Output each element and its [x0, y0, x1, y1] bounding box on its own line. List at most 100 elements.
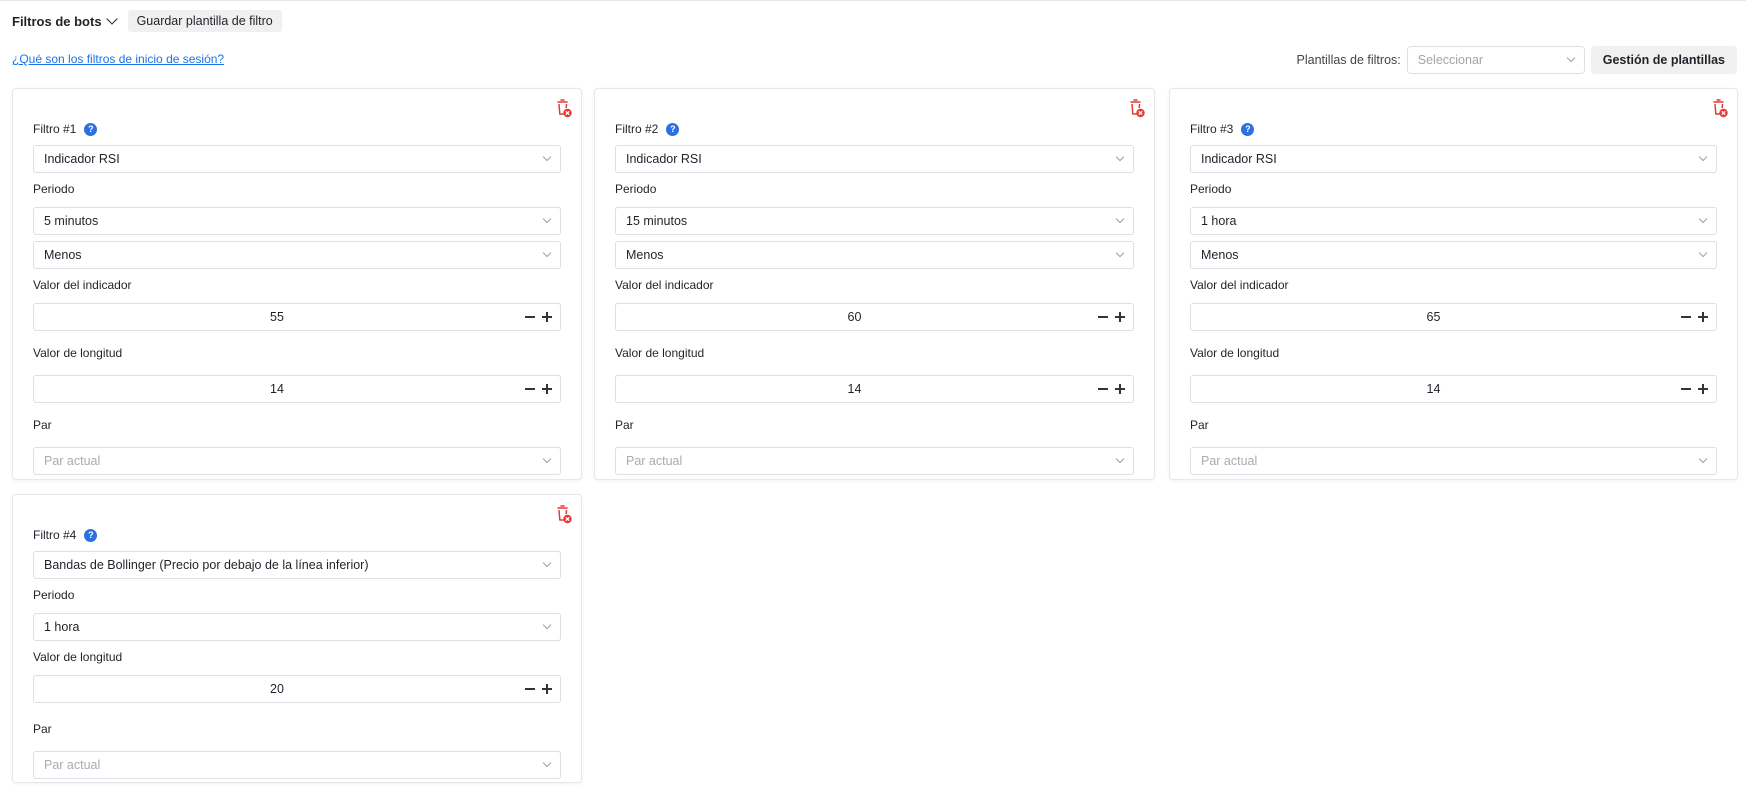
- length-value-input[interactable]: [1191, 376, 1716, 402]
- templates-select[interactable]: Seleccionar: [1406, 46, 1585, 74]
- delete-filter-icon[interactable]: [1126, 97, 1146, 119]
- chevron-down-icon: [1115, 214, 1125, 224]
- pair-label: Par: [33, 418, 52, 432]
- length-value-label: Valor de longitud: [33, 650, 123, 664]
- increment-icon[interactable]: [539, 308, 555, 326]
- length-value-stepper: [1190, 375, 1717, 403]
- increment-icon[interactable]: [1695, 380, 1711, 398]
- indicator-select[interactable]: Indicador RSI: [615, 145, 1134, 173]
- increment-icon[interactable]: [1695, 308, 1711, 326]
- decrement-icon[interactable]: [522, 680, 538, 698]
- decrement-icon[interactable]: [1678, 380, 1694, 398]
- chevron-down-icon: [105, 13, 118, 25]
- increment-icon[interactable]: [539, 680, 555, 698]
- pair-select[interactable]: Par actual: [33, 751, 561, 779]
- period-label: Periodo: [33, 588, 75, 602]
- length-value-input[interactable]: [34, 676, 560, 702]
- templates-label: Plantillas de filtros:: [1296, 53, 1401, 67]
- pair-label: Par: [1190, 418, 1209, 432]
- indicator-value-stepper: [1190, 303, 1717, 331]
- period-label: Periodo: [33, 182, 75, 196]
- filter-title-text: Filtro #4: [33, 528, 77, 542]
- length-value-label: Valor de longitud: [33, 346, 123, 360]
- chevron-down-icon: [1698, 248, 1708, 258]
- pair-select-placeholder: Par actual: [626, 454, 683, 468]
- length-value-input[interactable]: [34, 376, 560, 402]
- decrement-icon[interactable]: [1095, 308, 1111, 326]
- delete-filter-icon[interactable]: [553, 503, 573, 525]
- pair-select[interactable]: Par actual: [615, 447, 1134, 475]
- period-select[interactable]: 5 minutos: [33, 207, 561, 235]
- filter-title: Filtro #3 ?: [1190, 121, 1717, 137]
- indicator-select[interactable]: Indicador RSI: [33, 145, 561, 173]
- pair-select[interactable]: Par actual: [33, 447, 561, 475]
- indicator-select[interactable]: Bandas de Bollinger (Precio por debajo d…: [33, 551, 561, 579]
- period-select[interactable]: 1 hora: [1190, 207, 1717, 235]
- pair-select-placeholder: Par actual: [44, 758, 101, 772]
- chevron-down-icon: [1115, 248, 1125, 258]
- condition-select[interactable]: Menos: [33, 241, 561, 269]
- length-value-input[interactable]: [616, 376, 1133, 402]
- filter-title: Filtro #2 ?: [615, 121, 1134, 137]
- filter-title-text: Filtro #1: [33, 122, 77, 136]
- chevron-down-icon: [1698, 152, 1708, 162]
- help-icon[interactable]: ?: [84, 122, 98, 136]
- condition-select-value: Menos: [44, 248, 82, 262]
- templates-select-placeholder: Seleccionar: [1417, 53, 1484, 67]
- period-select-value: 15 minutos: [626, 214, 688, 228]
- condition-select-value: Menos: [1201, 248, 1239, 262]
- delete-filter-icon[interactable]: [553, 97, 573, 119]
- period-select-value: 1 hora: [44, 620, 80, 634]
- chevron-down-icon: [1698, 454, 1708, 464]
- chevron-down-icon: [542, 214, 552, 224]
- decrement-icon[interactable]: [522, 380, 538, 398]
- help-icon[interactable]: ?: [84, 528, 98, 542]
- condition-select[interactable]: Menos: [1190, 241, 1717, 269]
- chevron-down-icon: [542, 454, 552, 464]
- period-label: Periodo: [1190, 182, 1232, 196]
- condition-select-value: Menos: [626, 248, 664, 262]
- decrement-icon[interactable]: [1095, 380, 1111, 398]
- chevron-down-icon: [542, 620, 552, 630]
- indicator-select-value: Indicador RSI: [626, 152, 702, 166]
- indicator-value-input[interactable]: [1191, 304, 1716, 330]
- pair-select[interactable]: Par actual: [1190, 447, 1717, 475]
- chevron-down-icon: [1115, 454, 1125, 464]
- period-select-value: 1 hora: [1201, 214, 1237, 228]
- indicator-value-label: Valor del indicador: [33, 278, 132, 292]
- increment-icon[interactable]: [539, 380, 555, 398]
- delete-filter-icon[interactable]: [1709, 97, 1729, 119]
- period-select[interactable]: 15 minutos: [615, 207, 1134, 235]
- toolbar: Filtros de bots Guardar plantilla de fil…: [12, 10, 282, 32]
- pair-select-placeholder: Par actual: [1201, 454, 1258, 468]
- increment-icon[interactable]: [1112, 308, 1128, 326]
- chevron-down-icon: [542, 558, 552, 568]
- top-divider: [0, 0, 1746, 1]
- filter-title: Filtro #1 ?: [33, 121, 561, 137]
- increment-icon[interactable]: [1112, 380, 1128, 398]
- filter-title-text: Filtro #2: [615, 122, 659, 136]
- save-filter-template-button[interactable]: Guardar plantilla de filtro: [127, 10, 282, 32]
- help-icon[interactable]: ?: [666, 122, 680, 136]
- login-filters-help-link[interactable]: ¿Qué son los filtros de inicio de sesión…: [12, 52, 224, 66]
- chevron-down-icon: [1566, 53, 1575, 63]
- period-label: Periodo: [615, 182, 657, 196]
- bot-filters-dropdown[interactable]: Filtros de bots: [12, 13, 118, 29]
- templates-management-button[interactable]: Gestión de plantillas: [1590, 46, 1737, 74]
- length-value-label: Valor de longitud: [615, 346, 705, 360]
- period-select[interactable]: 1 hora: [33, 613, 561, 641]
- indicator-select[interactable]: Indicador RSI: [1190, 145, 1717, 173]
- indicator-value-label: Valor del indicador: [1190, 278, 1289, 292]
- help-icon[interactable]: ?: [1241, 122, 1255, 136]
- chevron-down-icon: [542, 248, 552, 258]
- pair-select-placeholder: Par actual: [44, 454, 101, 468]
- bot-filters-title: Filtros de bots: [12, 13, 102, 29]
- pair-label: Par: [615, 418, 634, 432]
- indicator-value-input[interactable]: [616, 304, 1133, 330]
- indicator-value-input[interactable]: [34, 304, 560, 330]
- decrement-icon[interactable]: [522, 308, 538, 326]
- decrement-icon[interactable]: [1678, 308, 1694, 326]
- condition-select[interactable]: Menos: [615, 241, 1134, 269]
- indicator-select-value: Bandas de Bollinger (Precio por debajo d…: [44, 558, 369, 572]
- templates-bar: Plantillas de filtros: Seleccionar Gesti…: [1297, 46, 1737, 74]
